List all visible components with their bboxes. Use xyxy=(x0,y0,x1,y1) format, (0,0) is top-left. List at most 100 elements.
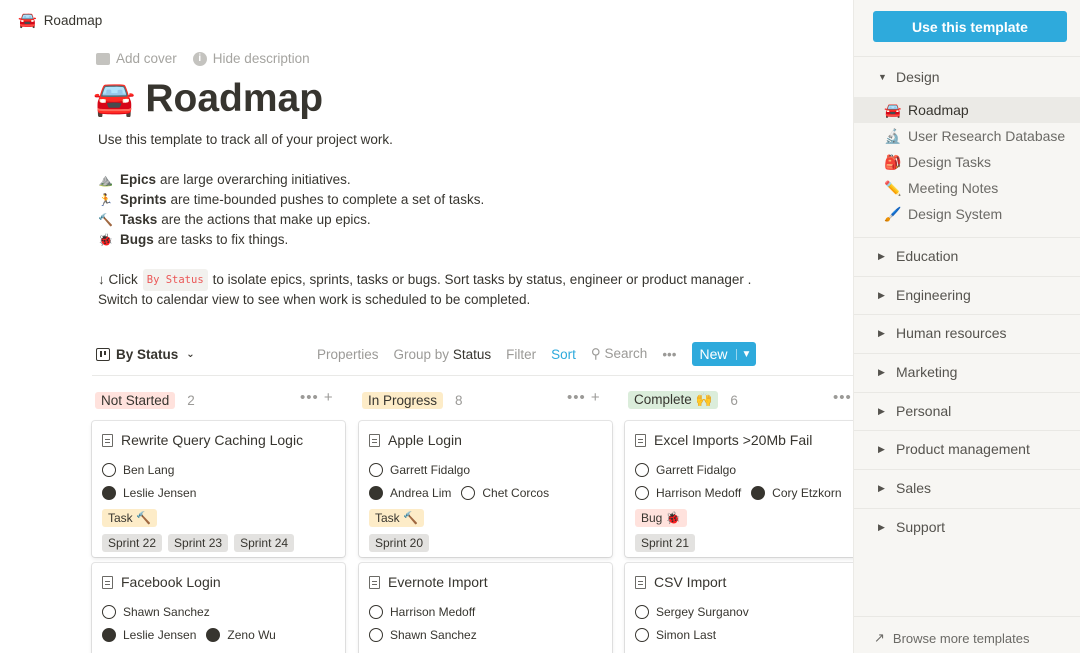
status-tag[interactable]: Not Started xyxy=(95,391,176,409)
search-button[interactable]: ⚲ Search xyxy=(591,346,647,362)
status-tag[interactable]: In Progress xyxy=(362,391,444,409)
sidebar-item-label: Roadmap xyxy=(908,102,969,118)
sidebar-group-personal[interactable]: ▶ Personal xyxy=(878,403,951,419)
board-card[interactable]: Rewrite Query Caching Logic Ben Lang Lesli… xyxy=(92,421,345,557)
new-button[interactable]: New ▼ xyxy=(691,342,757,366)
triangle-right-icon: ▶ xyxy=(878,250,885,261)
board-card[interactable]: Excel Imports >20Mb Fail Garrett Fidalgo H… xyxy=(625,421,853,557)
bullet-line: 🐞 Bugs are tasks to fix things. xyxy=(98,230,798,250)
sidebar-group-label: Personal xyxy=(896,403,952,419)
bullet-emoji-icon: 🐞 xyxy=(98,233,113,247)
hint-prefix: ↓ Click xyxy=(98,272,138,287)
person-name: Harrison Medoff xyxy=(390,604,476,619)
status-tag[interactable]: Complete 🙌 xyxy=(628,391,719,409)
sprint-tag: Sprint 21 xyxy=(635,533,696,552)
board-card[interactable]: Facebook Login Shawn Sanchez Leslie Jensen… xyxy=(92,563,345,653)
column-actions[interactable]: ••• xyxy=(833,389,852,406)
more-options-button[interactable]: ••• xyxy=(662,347,676,362)
sidebar-group-education[interactable]: ▶ Education xyxy=(878,248,958,264)
sidebar-group-product-management[interactable]: ▶ Product management xyxy=(878,441,1030,457)
sidebar-group-label: Marketing xyxy=(896,364,958,380)
person: Ben Lang xyxy=(102,462,174,477)
card-title: Facebook Login xyxy=(102,573,335,591)
person: Shawn Sanchez xyxy=(369,627,477,642)
column-actions[interactable]: ••• + xyxy=(300,389,334,406)
sidebar-item-user-research-database[interactable]: 🔬 User Research Database xyxy=(854,123,1080,149)
bullet-term: Epics xyxy=(120,172,157,187)
sort-button[interactable]: Sort xyxy=(551,347,576,362)
person: Simon Last xyxy=(635,627,716,642)
sidebar-item-roadmap[interactable]: 🚘 Roadmap xyxy=(854,97,1080,123)
page-title[interactable]: 🚘 Roadmap xyxy=(93,77,323,121)
board-card[interactable]: Evernote Import Harrison Medoff Shawn Sanc… xyxy=(359,563,612,653)
hide-description-button[interactable]: i Hide description xyxy=(192,51,310,66)
sidebar-group-label: Engineering xyxy=(896,287,971,303)
breadcrumb[interactable]: 🚘 Roadmap xyxy=(0,0,853,40)
sidebar-group-human-resources[interactable]: ▶ Human resources xyxy=(878,325,1007,341)
column-count: 2 xyxy=(187,392,195,408)
sidebar-group-label: Product management xyxy=(896,441,1030,457)
card-title: Rewrite Query Caching Logic xyxy=(102,431,335,449)
avatar-icon xyxy=(369,485,383,500)
board-card[interactable]: CSV Import Sergey Surganov Simon Last xyxy=(625,563,853,653)
page-description: Use this template to track all of your p… xyxy=(98,130,798,310)
template-emoji-icon: 🔬 xyxy=(884,127,902,144)
person-row: Harrison Medoff Cory Etzkorn xyxy=(635,481,853,504)
view-switcher[interactable]: By Status ⌄ xyxy=(96,347,195,362)
sidebar-item-design-tasks[interactable]: 🎒 Design Tasks xyxy=(854,149,1080,175)
divider xyxy=(92,375,853,376)
person-row: Harrison Medoff xyxy=(369,600,602,623)
avatar-icon xyxy=(461,485,476,500)
person-name: Shawn Sanchez xyxy=(123,604,210,619)
person-name: Garrett Fidalgo xyxy=(390,462,471,477)
sidebar-group-support[interactable]: ▶ Support xyxy=(878,519,945,535)
card-title: Evernote Import xyxy=(369,573,602,591)
card-title-text: Rewrite Query Caching Logic xyxy=(121,432,304,448)
person-row: Leslie Jensen xyxy=(102,481,335,504)
sidebar-item-meeting-notes[interactable]: ✏️ Meeting Notes xyxy=(854,175,1080,201)
sidebar-group-sales[interactable]: ▶ Sales xyxy=(878,480,931,496)
use-template-button[interactable]: Use this template xyxy=(873,11,1067,42)
template-emoji-icon: 🚘 xyxy=(884,101,902,118)
person: Cory Etzkorn xyxy=(751,485,842,500)
hint-line-2: Switch to calendar view to see when work… xyxy=(98,292,531,307)
template-sidebar: Use this template ▼ Design 🚘 Roadmap 🔬 User… xyxy=(853,0,1080,653)
card-title-text: Evernote Import xyxy=(388,574,488,590)
intro-text: Use this template to track all of your p… xyxy=(98,132,393,147)
car-icon[interactable]: 🚘 xyxy=(93,79,135,119)
breadcrumb-title[interactable]: Roadmap xyxy=(44,13,103,28)
person-row: Leslie Jensen Zeno Wu xyxy=(102,623,335,646)
person-name: Leslie Jensen xyxy=(123,485,197,500)
chevron-down-icon: ⌄ xyxy=(186,348,195,360)
sprint-tags: Sprint 21 xyxy=(635,531,853,554)
page-controls: Add cover i Hide description xyxy=(96,51,310,66)
sidebar-group-design[interactable]: ▼ Design xyxy=(878,69,940,85)
sidebar-item-design-system[interactable]: 🖌️ Design System xyxy=(854,201,1080,227)
group-by-button[interactable]: Group by Status xyxy=(394,347,492,362)
person: Harrison Medoff xyxy=(635,485,741,500)
page-icon xyxy=(102,433,113,447)
page-title-text[interactable]: Roadmap xyxy=(145,77,323,121)
avatar-icon xyxy=(751,485,766,500)
filter-button[interactable]: Filter xyxy=(506,347,536,362)
person: Garrett Fidalgo xyxy=(635,462,736,477)
sidebar-group-marketing[interactable]: ▶ Marketing xyxy=(878,364,957,380)
column-count: 8 xyxy=(455,392,463,408)
page-icon xyxy=(635,433,646,447)
sidebar-group-engineering[interactable]: ▶ Engineering xyxy=(878,287,971,303)
chevron-down-icon[interactable]: ▼ xyxy=(735,348,757,360)
new-button-label[interactable]: New xyxy=(692,346,736,362)
column-count: 6 xyxy=(730,392,738,408)
avatar-icon xyxy=(369,462,383,477)
avatar-icon xyxy=(635,485,649,500)
divider xyxy=(854,469,1080,470)
bullet-text: are time-bounded pushes to complete a se… xyxy=(170,192,485,207)
bullet-line: 🏃 Sprints are time-bounded pushes to compl… xyxy=(98,190,798,210)
add-cover-button[interactable]: Add cover xyxy=(96,51,177,66)
avatar-icon xyxy=(102,462,116,477)
column-actions[interactable]: ••• + xyxy=(567,389,601,406)
template-emoji-icon: 🖌️ xyxy=(884,205,902,222)
properties-button[interactable]: Properties xyxy=(317,347,379,362)
browse-templates-link[interactable]: ↗ Browse more templates xyxy=(874,630,1029,646)
board-card[interactable]: Apple Login Garrett Fidalgo Andrea Lim Chet… xyxy=(359,421,612,557)
